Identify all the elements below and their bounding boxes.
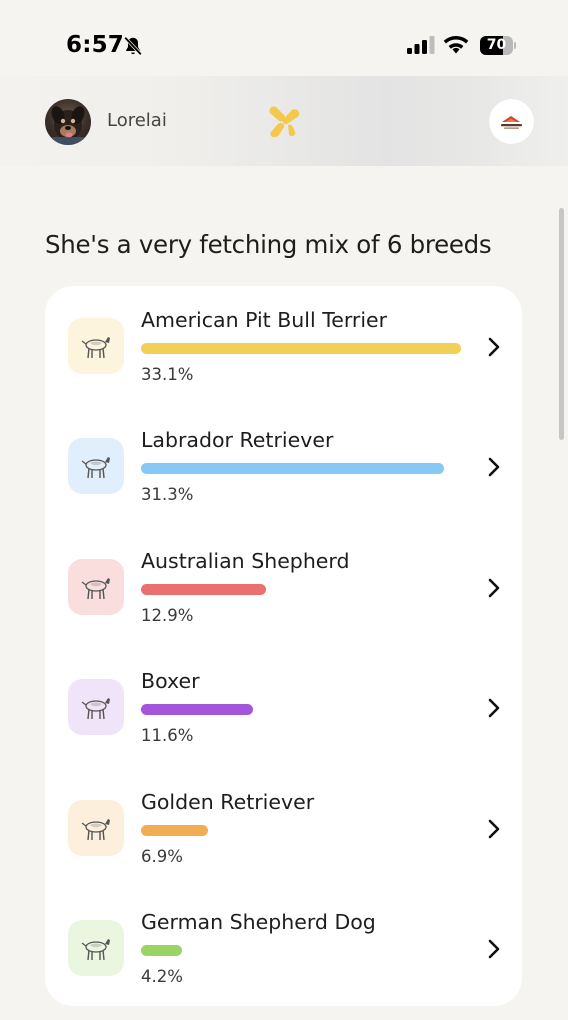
status-bar: 6:57 70 (0, 0, 568, 76)
chevron-right-icon[interactable] (486, 336, 502, 358)
breed-icon-tile (68, 799, 124, 856)
breed-name: Labrador Retriever (141, 428, 334, 453)
bell-off-icon (124, 36, 142, 56)
breed-percent-bar-fill (141, 704, 254, 716)
breed-row-5[interactable]: Golden Retriever 6.9% (45, 768, 522, 888)
breed-percent-bar-fill (141, 583, 266, 595)
breed-row-2[interactable]: Labrador Retriever 31.3% (45, 406, 522, 526)
breed-icon-tile (68, 318, 124, 374)
chevron-right-icon[interactable] (486, 577, 502, 599)
breed-name: German Shepherd Dog (141, 910, 376, 934)
balloon-dog-logo-icon (269, 106, 300, 138)
breed-percent-bar (141, 704, 461, 716)
breed-percent: 12.9% (141, 605, 194, 625)
breed-list-card: American Pit Bull Terrier 33.1% Labrador… (45, 286, 522, 1006)
dog-icon (81, 457, 110, 479)
dog-icon (81, 939, 110, 961)
breed-name: Boxer (141, 669, 200, 694)
breed-row-1[interactable]: American Pit Bull Terrier 33.1% (45, 286, 522, 406)
breed-percent-bar (141, 824, 461, 836)
chevron-right-icon[interactable] (486, 697, 502, 719)
dog-icon (81, 698, 110, 720)
breed-name: Golden Retriever (141, 789, 315, 814)
breed-row-3[interactable]: Australian Shepherd 12.9% (45, 527, 522, 647)
wifi-icon (443, 35, 469, 54)
breed-percent-bar (141, 343, 461, 354)
status-time: 6:57 (66, 32, 125, 58)
breed-icon-tile (68, 558, 124, 615)
cellular-signal-icon (407, 36, 435, 54)
breed-percent: 33.1% (141, 365, 194, 384)
breed-percent: 31.3% (141, 485, 194, 505)
breed-percent-bar (141, 945, 461, 956)
chevron-right-icon[interactable] (486, 818, 502, 840)
dog-avatar[interactable] (45, 99, 91, 145)
breed-icon-tile (68, 679, 124, 736)
app-header: Lorelai (0, 76, 568, 166)
breed-icon-tile (68, 920, 124, 976)
partner-logo-button[interactable] (489, 99, 534, 144)
breed-name: American Pit Bull Terrier (141, 308, 388, 332)
breed-percent: 6.9% (141, 846, 183, 866)
battery-level: 70 (486, 37, 507, 53)
breed-percent-bar (141, 463, 461, 475)
breed-row-4[interactable]: Boxer 11.6% (45, 647, 522, 767)
breed-percent: 11.6% (141, 726, 194, 746)
page-title: She's a very fetching mix of 6 breeds (45, 230, 492, 259)
breed-percent-bar (141, 583, 461, 595)
breed-percent-bar-fill (141, 945, 182, 956)
owner-name: Lorelai (107, 110, 167, 131)
scrollbar[interactable] (559, 208, 564, 440)
breed-icon-tile (68, 438, 124, 495)
dog-icon (81, 337, 110, 359)
dog-icon (81, 577, 110, 599)
chevron-right-icon[interactable] (486, 938, 502, 960)
battery-indicator: 70 (480, 36, 516, 55)
breed-name: Australian Shepherd (141, 548, 350, 573)
breed-percent: 4.2% (141, 967, 183, 986)
breed-percent-bar-fill (141, 343, 461, 354)
dog-icon (81, 818, 110, 840)
breed-row-6[interactable]: German Shepherd Dog 4.2% (45, 888, 522, 1008)
breed-percent-bar-fill (141, 824, 208, 836)
chevron-right-icon[interactable] (486, 456, 502, 478)
breed-percent-bar-fill (141, 463, 444, 475)
